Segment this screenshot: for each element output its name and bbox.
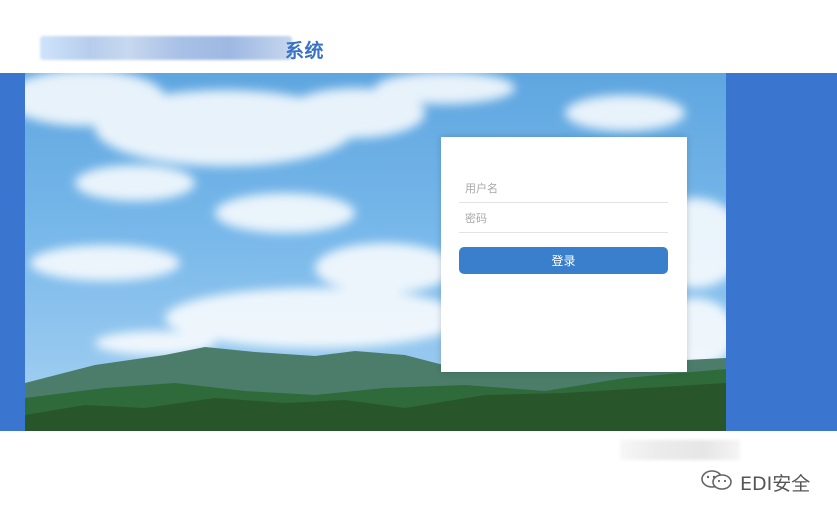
password-input[interactable] [459, 205, 668, 233]
watermark: EDI安全 [700, 470, 811, 495]
login-button[interactable]: 登录 [459, 247, 668, 274]
wechat-icon [700, 470, 734, 494]
username-input[interactable] [459, 175, 668, 203]
page-header: 系统 [0, 0, 837, 73]
site-title-blurred [40, 36, 292, 60]
site-title-suffix: 系统 [285, 40, 325, 62]
footer-text-blurred [620, 440, 740, 460]
watermark-text: EDI安全 [740, 472, 811, 495]
login-panel: 登录 [441, 137, 687, 372]
